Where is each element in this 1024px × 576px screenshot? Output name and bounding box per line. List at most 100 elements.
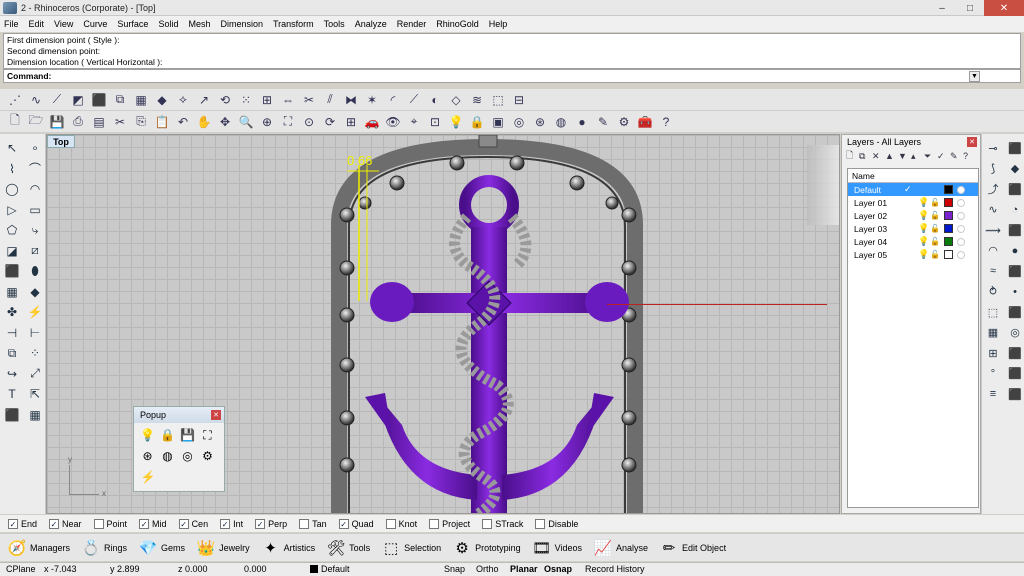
zoom-extents-icon[interactable]: ⛶ (199, 426, 216, 444)
checkbox[interactable]: ✓ (139, 518, 150, 529)
box-icon[interactable]: ⬛ (2, 261, 22, 282)
fillet-curve-icon[interactable]: ⤷ (25, 220, 45, 241)
column-name[interactable]: Name (848, 169, 978, 183)
mirror-icon[interactable]: ⇔ (279, 91, 297, 109)
shell-icon[interactable]: ◇ (447, 91, 465, 109)
rotate-icon[interactable]: ⟲ (216, 91, 234, 109)
mesh-icon[interactable]: ▦ (132, 91, 150, 109)
dimension-icon[interactable]: ⊣ (2, 323, 22, 344)
minimize-button[interactable]: – (928, 0, 956, 16)
select-arrow-icon[interactable]: ↖ (2, 138, 22, 159)
rotate-view-icon[interactable]: ⟳ (321, 113, 339, 131)
open-folder-icon[interactable]: 🗁 (27, 113, 45, 131)
osnap-disable[interactable]: Disable (535, 518, 578, 529)
lock-icon[interactable]: 🔒 (159, 426, 176, 444)
twist-icon[interactable]: ⥁ (983, 282, 1003, 303)
toolbox-icon[interactable]: 🧰 (636, 113, 654, 131)
zoom-selected-icon[interactable]: ⊙ (300, 113, 318, 131)
menu-file[interactable]: File (4, 19, 19, 29)
light-icon[interactable]: ⚡ (25, 302, 45, 323)
box-icon[interactable]: ⬛ (90, 91, 108, 109)
light-bulb-icon[interactable]: 💡 (918, 210, 930, 221)
grid-array-icon[interactable]: ▦ (25, 405, 45, 426)
tab-tools[interactable]: 🛠 Tools (325, 537, 371, 559)
tab-rings[interactable]: 💍 Rings (80, 537, 127, 559)
trim-icon[interactable]: ✂ (300, 91, 318, 109)
menu-curve[interactable]: Curve (83, 19, 107, 29)
join-icon[interactable]: ⧓ (342, 91, 360, 109)
osnap-icon[interactable]: ⚡ (139, 468, 157, 486)
cube-icon[interactable]: ⬛ (1005, 364, 1024, 385)
menu-mesh[interactable]: Mesh (188, 19, 210, 29)
layer-row[interactable]: Layer 02 💡 🔓 (848, 209, 978, 222)
checkbox[interactable]: ✓ (49, 518, 60, 529)
wireframe-sphere-icon[interactable]: ⊛ (139, 447, 156, 465)
sweep-icon[interactable]: ⟡ (174, 91, 192, 109)
annotation-icon[interactable]: ⊢ (25, 323, 45, 344)
material-icon[interactable] (957, 185, 965, 194)
menu-edit[interactable]: Edit (29, 19, 45, 29)
transform-icon[interactable]: ⇱ (25, 384, 45, 405)
menu-dimension[interactable]: Dimension (220, 19, 263, 29)
cube-icon[interactable]: ⬛ (1005, 220, 1024, 241)
menu-tools[interactable]: Tools (324, 19, 345, 29)
layer-color-swatch[interactable] (944, 198, 953, 207)
scale-icon[interactable]: ⊞ (258, 91, 276, 109)
cube-icon[interactable]: ⬛ (1005, 384, 1024, 405)
explode-icon[interactable]: ✶ (363, 91, 381, 109)
filter-icon[interactable]: ⏷ (924, 151, 936, 162)
current-layer[interactable]: Default (310, 564, 350, 574)
osnap-near[interactable]: ✓ Near (49, 518, 82, 529)
snap-toggle[interactable]: Snap (444, 564, 465, 574)
cage-icon[interactable]: ⊟ (510, 91, 528, 109)
ring-icon[interactable]: ◎ (1005, 323, 1024, 344)
unlock-icon[interactable]: 🔓 (930, 211, 942, 220)
polyline-icon[interactable]: ⌇ (2, 159, 22, 180)
sphere-icon[interactable]: ● (1005, 241, 1024, 262)
material-icon[interactable] (957, 250, 965, 259)
wave2-icon[interactable]: ≈ (983, 261, 1003, 282)
layer-row[interactable]: Layer 03 💡 🔓 (848, 222, 978, 235)
curve-icon[interactable]: ∿ (27, 91, 45, 109)
tab-selection[interactable]: ⬚ Selection (380, 537, 441, 559)
boolean-icon[interactable]: ◐ (426, 91, 444, 109)
rectangle2-icon[interactable]: ▭ (25, 200, 45, 221)
zoom-icon[interactable]: 🔍 (237, 113, 255, 131)
popup-close-icon[interactable]: ✕ (211, 410, 221, 420)
lock-icon[interactable]: 🔒 (468, 113, 486, 131)
circle-icon[interactable]: ◯ (2, 179, 22, 200)
checkbox[interactable] (93, 518, 104, 529)
print-icon[interactable]: ⎙ (69, 113, 87, 131)
menu-solid[interactable]: Solid (158, 19, 178, 29)
cut-icon[interactable]: ✂ (111, 113, 129, 131)
osnap-project[interactable]: Project (429, 518, 470, 529)
osnap-mid[interactable]: ✓ Mid (139, 518, 167, 529)
material-icon[interactable] (957, 211, 965, 220)
polyline-icon[interactable]: ⟋ (48, 91, 66, 109)
material-icon[interactable] (957, 224, 965, 233)
osnap-end[interactable]: ✓ End (8, 518, 37, 529)
fair-icon[interactable]: ≡ (983, 384, 1003, 405)
pencil-icon[interactable]: ✎ (594, 113, 612, 131)
color-wheel-icon[interactable]: ◎ (179, 447, 196, 465)
cube-icon[interactable]: ⬛ (1005, 179, 1024, 200)
layer-color-swatch[interactable] (944, 224, 953, 233)
help-icon[interactable]: ? (963, 151, 975, 161)
osnap-toggle[interactable]: Osnap (544, 564, 572, 574)
osnap-strack[interactable]: STrack (482, 518, 523, 529)
fillet-icon[interactable]: ◜ (384, 91, 402, 109)
menu-transform[interactable]: Transform (273, 19, 314, 29)
revolve-icon[interactable]: ◆ (153, 91, 171, 109)
array-icon[interactable]: ⁙ (237, 91, 255, 109)
layer-color-swatch[interactable] (944, 250, 953, 259)
tab-jewelry[interactable]: 👑 Jewelry (195, 537, 250, 559)
osnap-cen[interactable]: ✓ Cen (178, 518, 208, 529)
wireframe-sphere-icon[interactable]: ⊛ (531, 113, 549, 131)
cube-icon[interactable]: ⬛ (1005, 302, 1024, 323)
unlock-icon[interactable]: 🔓 (930, 198, 942, 207)
layer-row[interactable]: Layer 01 💡 🔓 (848, 196, 978, 209)
shaded-sphere-icon[interactable]: ◍ (159, 447, 176, 465)
close-button[interactable]: ✕ (984, 0, 1024, 16)
color-wheel-icon[interactable]: ◎ (510, 113, 528, 131)
arc-icon[interactable]: ◠ (983, 241, 1003, 262)
